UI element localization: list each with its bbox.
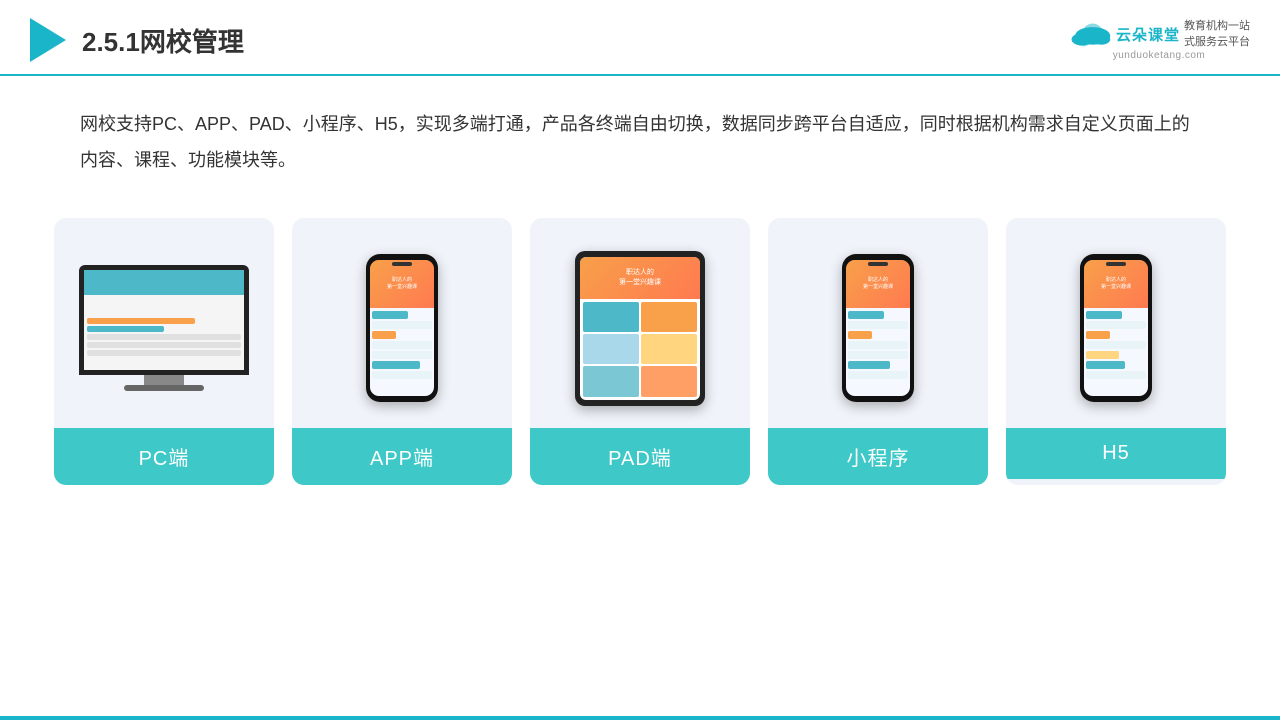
card-pc[interactable]: PC端 — [54, 218, 274, 485]
phone-screen-h5: 职达人的第一堂兴趣课 — [1084, 260, 1148, 396]
brand-logo: 云朵课堂 教育机构一站 式服务云平台 yunduoketang.com — [1068, 19, 1250, 61]
brand-slogan: 教育机构一站 式服务云平台 — [1184, 19, 1250, 50]
card-h5[interactable]: 职达人的第一堂兴趣课 H5 — [1006, 218, 1226, 485]
device-phone-miniapp: 职达人的第一堂兴趣课 — [842, 254, 914, 402]
card-h5-label: H5 — [1006, 428, 1226, 479]
card-h5-image: 职达人的第一堂兴趣课 — [1006, 218, 1226, 428]
pc-monitor — [79, 265, 249, 375]
device-phone-app: 职达人的第一堂兴趣课 — [366, 254, 438, 402]
card-miniapp[interactable]: 职达人的第一堂兴趣课 小程序 — [768, 218, 988, 485]
phone-screen-miniapp: 职达人的第一堂兴趣课 — [846, 260, 910, 396]
pad-screen: 职达人的第一堂兴趣课 — [580, 257, 700, 400]
brand-name: 云朵课堂 — [1116, 24, 1180, 45]
pc-screen — [84, 270, 244, 370]
card-pad-label: PAD端 — [530, 428, 750, 485]
device-pad: 职达人的第一堂兴趣课 — [575, 251, 705, 406]
card-miniapp-image: 职达人的第一堂兴趣课 — [768, 218, 988, 428]
card-app-image: 职达人的第一堂兴趣课 — [292, 218, 512, 428]
cloud-icon — [1068, 21, 1112, 49]
header-left: 2.5.1网校管理 — [30, 18, 244, 62]
logo-arrow-icon — [30, 18, 66, 62]
header-right: 云朵课堂 教育机构一站 式服务云平台 yunduoketang.com — [1068, 19, 1250, 61]
card-pc-image — [54, 218, 274, 428]
card-pad[interactable]: 职达人的第一堂兴趣课 PAD端 — [530, 218, 750, 485]
cards-container: PC端 职达人的第一堂兴趣课 — [0, 208, 1280, 505]
pc-base — [124, 385, 204, 391]
page-title: 2.5.1网校管理 — [82, 22, 244, 59]
card-miniapp-label: 小程序 — [768, 428, 988, 485]
card-pc-label: PC端 — [54, 428, 274, 485]
pc-stand — [144, 375, 184, 385]
bottom-border-line — [0, 716, 1280, 720]
phone-screen-app: 职达人的第一堂兴趣课 — [370, 260, 434, 396]
brand-cloud: 云朵课堂 教育机构一站 式服务云平台 — [1068, 19, 1250, 50]
card-pad-image: 职达人的第一堂兴趣课 — [530, 218, 750, 428]
description-paragraph: 网校支持PC、APP、PAD、小程序、H5，实现多端打通，产品各终端自由切换，数… — [80, 106, 1200, 178]
header: 2.5.1网校管理 云朵课堂 教育机构一站 式服务云平台 yunduoketan… — [0, 0, 1280, 76]
card-app-label: APP端 — [292, 428, 512, 485]
device-phone-h5: 职达人的第一堂兴趣课 — [1080, 254, 1152, 402]
card-app[interactable]: 职达人的第一堂兴趣课 APP端 — [292, 218, 512, 485]
brand-url: yunduoketang.com — [1113, 50, 1206, 61]
description-text: 网校支持PC、APP、PAD、小程序、H5，实现多端打通，产品各终端自由切换，数… — [0, 76, 1280, 198]
device-pc — [79, 265, 249, 391]
